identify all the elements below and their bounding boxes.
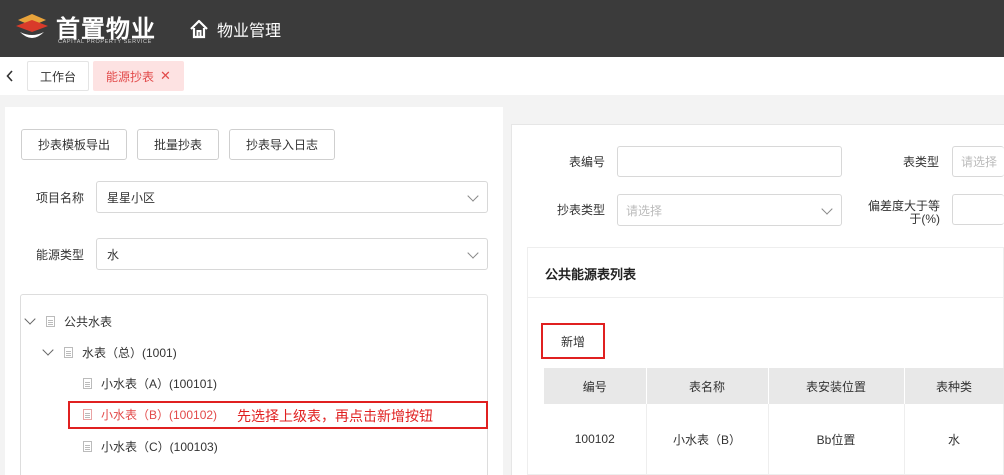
read-type-label: 抄表类型 [557, 203, 606, 217]
meter-list-title: 公共能源表列表 [545, 267, 637, 282]
brand-tagline: CAPITAL PROPERTY SERVICE [58, 39, 152, 45]
energy-type-label: 能源类型 [36, 248, 85, 262]
batch-reading-button[interactable]: 批量抄表 [137, 129, 219, 160]
column-header: 表名称 [646, 368, 769, 404]
export-template-button[interactable]: 抄表模板导出 [21, 129, 127, 160]
tab-bar: 工作台 能源抄表 ✕ [0, 57, 1004, 95]
tree-node-main-meter[interactable]: 水表（总）(1001) [42, 341, 177, 363]
deviation-label-line2: 于(%) [909, 212, 940, 226]
close-icon[interactable]: ✕ [160, 68, 171, 84]
add-button[interactable]: 新增 [547, 329, 599, 353]
tree-node-label: 水表（总）(1001) [82, 345, 177, 360]
deviation-label: 偏差度大于等 于(%) [868, 200, 940, 226]
tab-workbench[interactable]: 工作台 [27, 61, 89, 91]
tab-energy-reading[interactable]: 能源抄表 ✕ [93, 61, 184, 91]
meter-table: 编号 表名称 表安装位置 表种类 100102 小水表（B） Bb位置 水 [544, 368, 1004, 475]
card-divider [528, 297, 1004, 298]
column-header: 编号 [544, 368, 647, 404]
document-icon [83, 440, 92, 452]
tree-node-label: 小水表（A）(100101) [101, 376, 218, 391]
deviation-input[interactable] [952, 194, 1004, 225]
table-cell: Bb位置 [768, 404, 905, 475]
chevron-left-icon [6, 70, 13, 82]
document-icon [64, 346, 73, 358]
chevron-down-icon[interactable] [24, 313, 36, 325]
energy-type-select[interactable]: 水 [96, 238, 488, 270]
table-row[interactable]: 100102 小水表（B） Bb位置 水 [544, 404, 1004, 475]
chevron-down-icon [467, 247, 479, 259]
tab-label: 工作台 [40, 69, 77, 84]
tree-node-public-water[interactable]: 公共水表 [24, 310, 113, 332]
nav-title: 物业管理 [217, 23, 282, 40]
home-icon [190, 19, 208, 39]
table-header-row: 编号 表名称 表安装位置 表种类 [544, 368, 1004, 404]
tree-node-meter-c[interactable]: 小水表（C）(100103) [83, 435, 218, 457]
tree-node-meter-a[interactable]: 小水表（A）(100101) [83, 372, 217, 394]
read-type-select[interactable]: 请选择 [617, 194, 842, 226]
meter-type-placeholder: 请选择 [961, 155, 998, 169]
add-button-highlight: 新增 [541, 323, 605, 359]
brand-logo[interactable]: 首置物业 CAPITAL PROPERTY SERVICE [14, 8, 164, 50]
instruction-annotation: 先选择上级表，再点击新增按钮 [237, 408, 433, 424]
nav-property-management[interactable]: 物业管理 [189, 17, 281, 41]
meter-type-label: 表类型 [903, 155, 940, 169]
read-type-placeholder: 请选择 [626, 203, 663, 218]
column-header: 表安装位置 [768, 368, 905, 404]
table-cell: 100102 [544, 404, 647, 475]
logo-mark-icon [16, 14, 48, 38]
meter-no-label: 表编号 [569, 155, 606, 169]
top-bar: 首置物业 CAPITAL PROPERTY SERVICE 物业管理 [0, 0, 1004, 57]
energy-type-value: 水 [107, 247, 120, 262]
tab-label: 能源抄表 [106, 69, 155, 84]
chevron-down-icon [467, 190, 479, 202]
project-select[interactable]: 星星小区 [96, 181, 488, 213]
chevron-down-icon [821, 203, 833, 215]
tree-node-label: 小水表（C）(100103) [101, 439, 218, 454]
project-name-label: 项目名称 [36, 191, 85, 205]
document-icon [46, 315, 55, 327]
tabs-scroll-left-button[interactable] [0, 57, 20, 95]
chevron-down-icon[interactable] [42, 344, 54, 356]
column-header: 表种类 [904, 368, 1004, 404]
meter-no-input[interactable] [617, 146, 842, 177]
table-cell: 水 [904, 404, 1004, 475]
document-icon [83, 377, 92, 389]
tree-node-label: 公共水表 [64, 314, 113, 329]
meter-type-select[interactable]: 请选择 [952, 146, 1004, 177]
import-log-button[interactable]: 抄表导入日志 [229, 129, 335, 160]
project-value: 星星小区 [107, 190, 156, 205]
table-cell: 小水表（B） [646, 404, 769, 475]
